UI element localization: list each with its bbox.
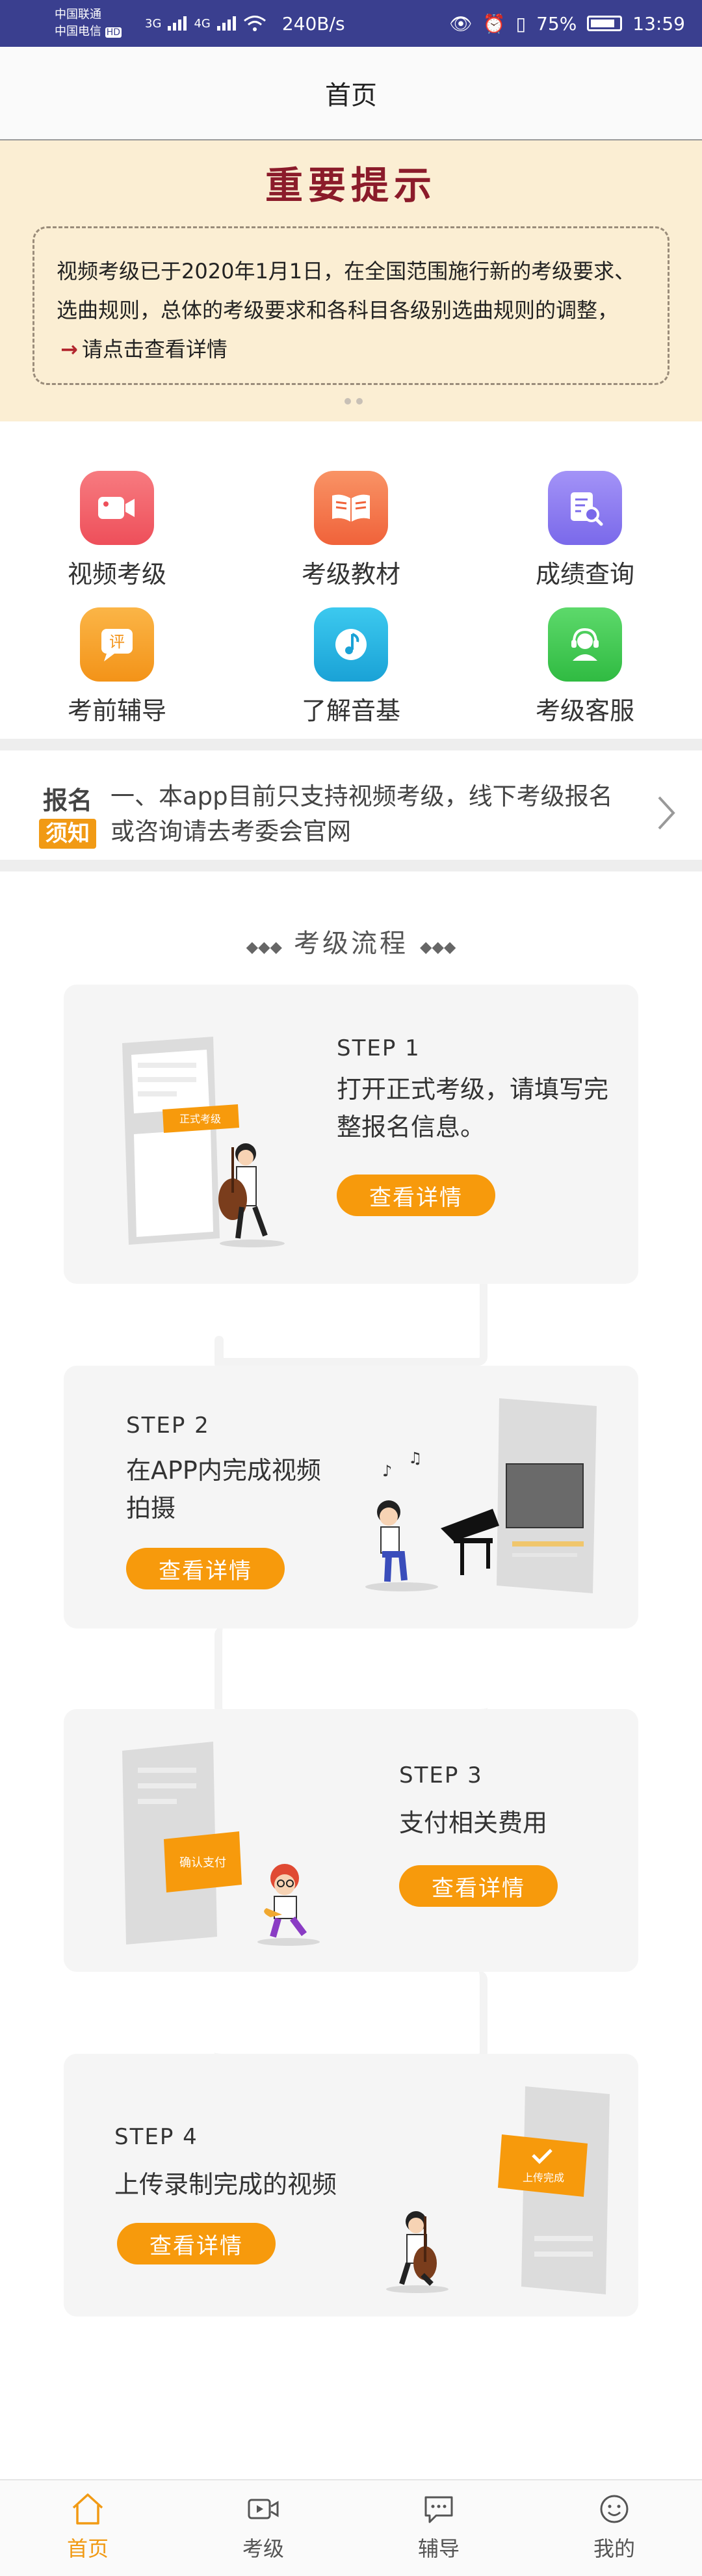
registration-tag: 报名 须知 [39, 780, 96, 849]
registration-text: 一、本app目前只支持视频考级，线下考级报名或咨询请去考委会官网 [110, 782, 613, 845]
step1-detail-button[interactable]: 查看详情 [337, 1175, 495, 1216]
step4-illustration: 上传完成 [363, 2086, 623, 2304]
video-icon [248, 2499, 279, 2519]
step-card-2: STEP 2 在APP内完成视频拍摄 查看详情 ♪ ♫ [64, 1366, 638, 1628]
grid-label: 成绩查询 [535, 560, 634, 589]
notice-title: 重要提示 [265, 163, 437, 207]
flow-title: ◆◆◆ 考级流程 ◆◆◆ [246, 929, 456, 959]
grid-item-customer-service[interactable]: 考级客服 [507, 607, 663, 726]
notice-content: 视频考级已于2020年1月1日，在全国范围施行新的考级要求、选曲规则，总体的考级… [32, 226, 670, 385]
step-desc: 打开正式考级，请填写完整报名信息。 [337, 1075, 609, 1141]
tab-exam[interactable]: 考级 [176, 2480, 351, 2576]
step4-detail-button[interactable]: 查看详情 [117, 2223, 276, 2264]
step1-illustration: 正式考级 [122, 1037, 304, 1260]
grid-item-score-query[interactable]: 成绩查询 [507, 471, 663, 590]
carrier-1: 中国联通 [55, 7, 101, 21]
music-note-icon: ♫ [408, 1449, 422, 1467]
tab-label: 考级 [242, 2536, 284, 2561]
grid-item-pre-exam[interactable]: 评 考前辅导 [39, 607, 195, 726]
step-label: STEP 1 [337, 1035, 421, 1061]
diamond-decoration-icon: ◆◆◆ [246, 938, 282, 956]
flow-connector [214, 1275, 488, 1366]
chevron-right-icon [656, 795, 676, 841]
arrow-right-icon: → [60, 337, 78, 362]
step-card-3: 确认支付 STEP 3 支付相关费用 查看详情 [64, 1709, 638, 1972]
step2-illustration: ♪ ♫ [324, 1398, 597, 1609]
carrier-2: 中国电信 HD [55, 24, 122, 38]
grid-label: 考级教材 [301, 560, 400, 589]
grid-label: 考前辅导 [67, 697, 166, 725]
music-note-icon: ♪ [382, 1462, 392, 1480]
notice-detail-link[interactable]: 请点击查看详情 [82, 337, 228, 362]
step3-detail-button[interactable]: 查看详情 [399, 1865, 558, 1907]
flow-connector [214, 1626, 488, 1717]
network-speed: 240B/s [281, 12, 345, 34]
step4-badge: 上传完成 [523, 2171, 564, 2184]
grid-label: 视频考级 [67, 560, 166, 589]
grid-item-video-exam[interactable]: 视频考级 [39, 471, 195, 590]
status-bar: 中国联通 中国电信 HD 3G 4G 240B/s 👁 ⏰ ▯ 75% 13:5… [0, 0, 702, 47]
wifi-icon [243, 16, 266, 31]
battery-percent: 75% [536, 12, 577, 34]
grid-item-textbook[interactable]: 考级教材 [273, 471, 429, 590]
step1-badge: 正式考级 [179, 1113, 221, 1125]
chat-icon [424, 2496, 453, 2523]
registration-notice[interactable]: 报名 须知 一、本app目前只支持视频考级，线下考级报名或咨询请去考委会官网 [0, 762, 702, 866]
divider [0, 739, 702, 750]
step-label: STEP 4 [114, 2124, 198, 2150]
step-desc: 在APP内完成视频拍摄 [126, 1456, 321, 1522]
clock: 13:59 [632, 12, 685, 34]
grid-label: 考级客服 [535, 697, 634, 725]
notice-banner[interactable]: 重要提示 视频考级已于2020年1月1日，在全国范围施行新的考级要求、选曲规则，… [0, 140, 702, 421]
page-title: 首页 [325, 81, 377, 111]
tab-label: 首页 [66, 2536, 109, 2561]
tab-label: 我的 [593, 2536, 635, 2561]
tab-home[interactable]: 首页 [0, 2480, 176, 2576]
vibrate-icon: ▯ [515, 12, 526, 34]
step2-detail-button[interactable]: 查看详情 [126, 1548, 285, 1589]
grid-item-music-theory[interactable]: 了解音基 [273, 607, 429, 726]
bottom-tab-bar: 首页 考级 辅导 我的 [0, 2479, 702, 2576]
customer-service-icon [548, 607, 622, 682]
tab-label: 辅导 [417, 2536, 460, 2561]
step-card-1: 正式考级 STEP 1 打开正式考级，请填写完整报名信息。 查看详情 [64, 985, 638, 1284]
carrier-info: 中国联通 中国电信 HD [55, 7, 122, 41]
step-desc: 上传录制完成的视频 [114, 2170, 337, 2199]
step3-badge: 确认支付 [179, 1856, 226, 1870]
signal-icon: 3G 4G [145, 15, 266, 32]
step3-illustration: 确认支付 [122, 1742, 369, 1959]
music-note-icon [314, 607, 388, 682]
video-camera-icon [80, 471, 154, 545]
comment-review-icon: 评 [80, 607, 154, 682]
svg-text:评: 评 [109, 633, 125, 651]
grid-label: 了解音基 [301, 697, 400, 725]
eye-icon: 👁 [449, 12, 473, 34]
search-document-icon [548, 471, 622, 545]
divider [0, 860, 702, 871]
flow-connector [214, 1336, 224, 1368]
battery-icon [587, 16, 623, 31]
step-label: STEP 3 [399, 1762, 483, 1788]
step-desc: 支付相关费用 [399, 1809, 548, 1837]
home-icon [72, 2493, 103, 2525]
tab-mine[interactable]: 我的 [526, 2480, 702, 2576]
smiley-icon [600, 2495, 629, 2523]
diamond-decoration-icon: ◆◆◆ [420, 938, 456, 956]
hd-badge: HD [105, 27, 122, 38]
step-label: STEP 2 [126, 1413, 210, 1439]
flow-connector [214, 1971, 488, 2062]
nav-bar: 首页 [0, 47, 702, 140]
notice-body: 视频考级已于2020年1月1日，在全国范围施行新的考级要求、选曲规则，总体的考级… [57, 259, 636, 323]
tab-tutoring[interactable]: 辅导 [351, 2480, 526, 2576]
alarm-icon: ⏰ [482, 12, 506, 34]
carousel-indicator [344, 398, 363, 405]
step-card-4: STEP 4 上传录制完成的视频 查看详情 上传完成 [64, 2054, 638, 2317]
book-icon [314, 471, 388, 545]
